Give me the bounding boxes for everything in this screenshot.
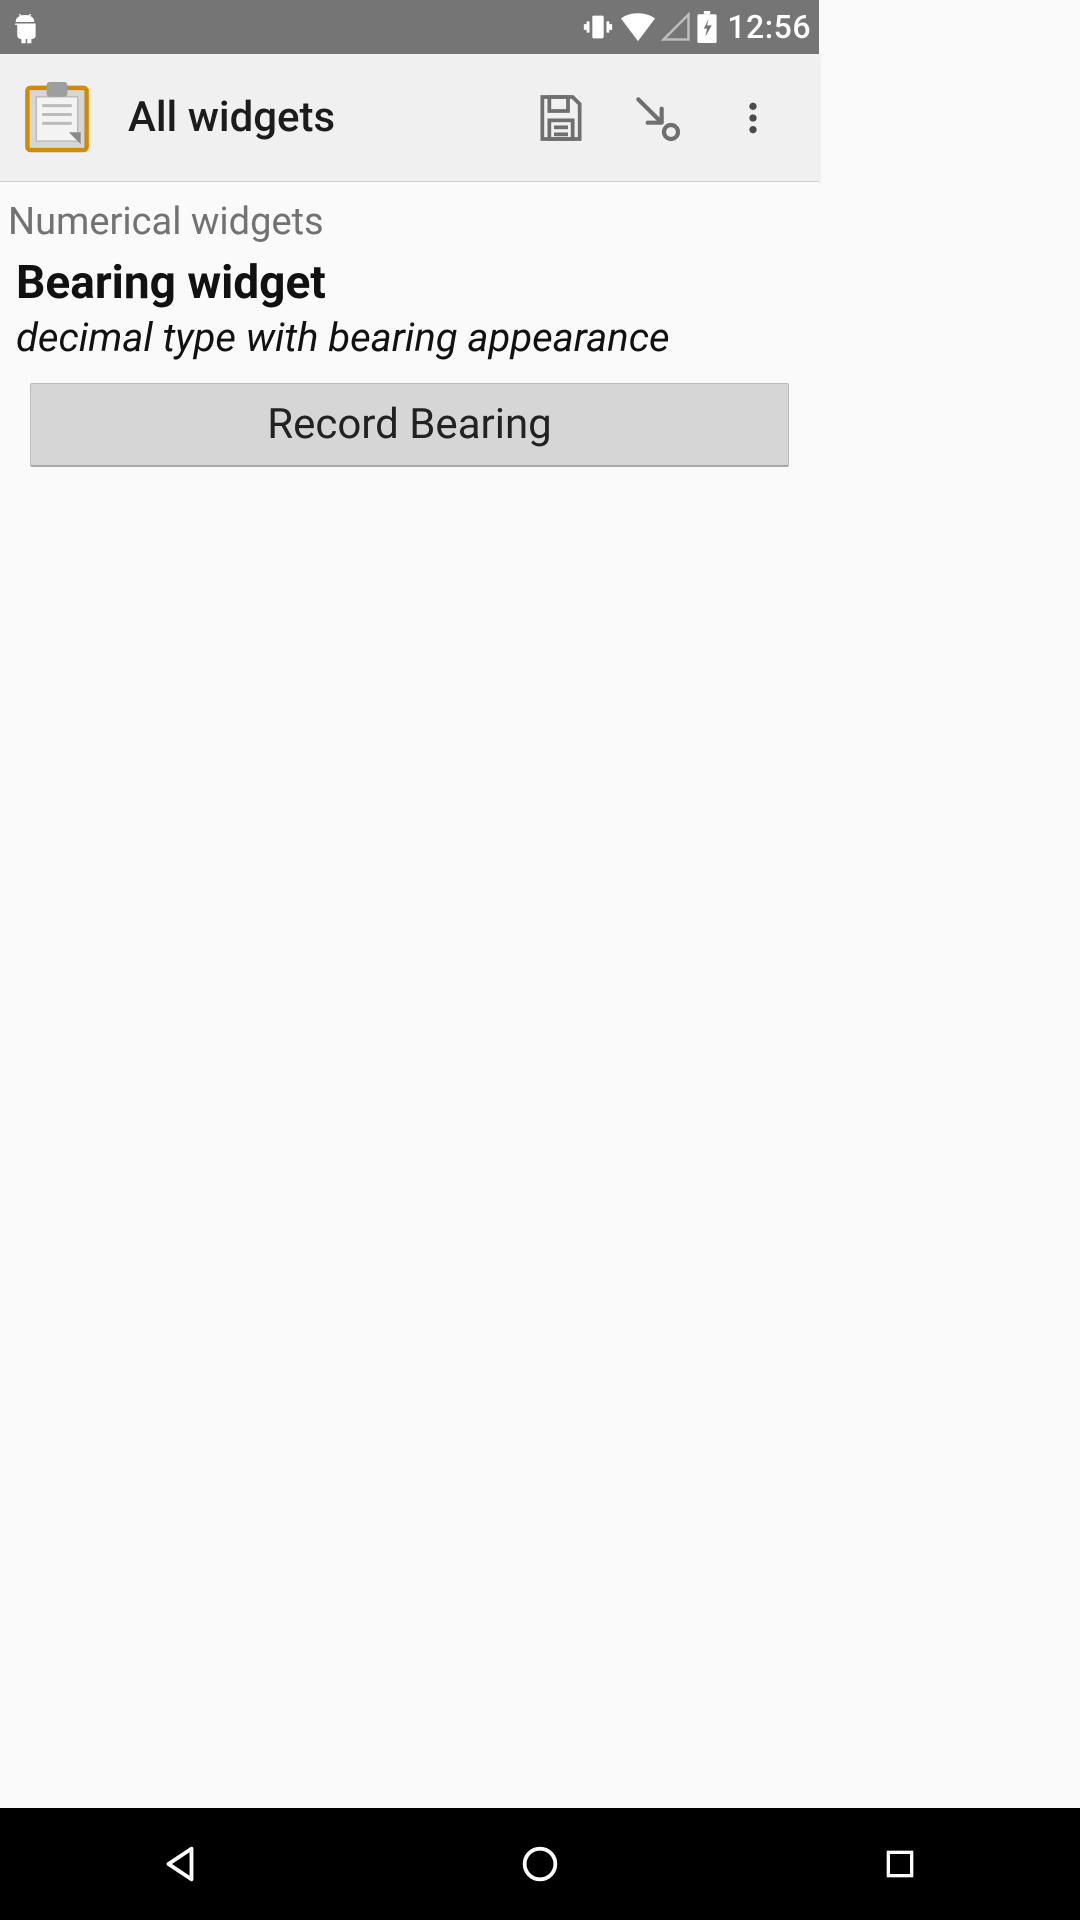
app-title: All widgets [128,93,513,142]
goto-button[interactable] [609,70,705,166]
status-bar: 12:56 [0,0,819,54]
debug-android-icon [8,10,42,44]
status-clock: 12:56 [727,8,811,46]
app-bar: All widgets [0,54,819,182]
overflow-menu-button[interactable] [705,70,801,166]
home-button[interactable] [480,1824,600,1904]
record-bearing-button-label: Record Bearing [267,400,552,449]
question-title: Bearing widget [8,248,811,310]
vibrate-icon [581,10,615,44]
save-button[interactable] [513,70,609,166]
recents-button[interactable] [840,1824,960,1904]
form-content: Numerical widgets Bearing widget decimal… [0,182,819,475]
back-button[interactable] [120,1824,240,1904]
wifi-icon [621,12,655,42]
system-nav-bar [0,1808,1080,1920]
record-bearing-button[interactable]: Record Bearing [30,383,789,467]
group-label: Numerical widgets [8,190,811,248]
status-left [8,10,42,44]
question-hint: decimal type with bearing appearance [8,310,811,383]
cell-signal-icon [661,12,691,42]
clipboard-app-icon [24,79,90,157]
battery-charging-icon [697,11,717,43]
status-right: 12:56 [581,8,811,46]
